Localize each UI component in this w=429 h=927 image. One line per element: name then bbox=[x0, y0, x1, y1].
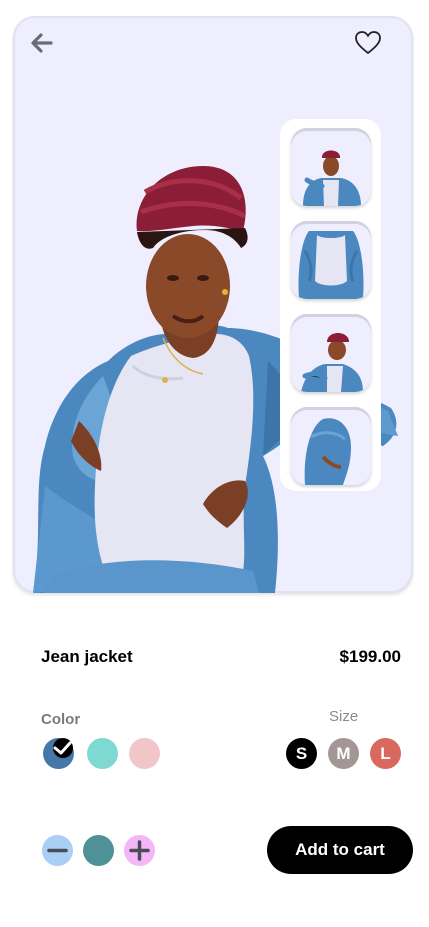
quantity-minus-button[interactable] bbox=[42, 835, 73, 866]
thumbnail-side-pose[interactable] bbox=[291, 314, 371, 392]
heart-icon[interactable] bbox=[353, 28, 383, 58]
thumbnail-back-view[interactable] bbox=[291, 407, 371, 485]
size-option-s[interactable]: S bbox=[286, 738, 317, 769]
size-option-l[interactable]: L bbox=[370, 738, 401, 769]
back-arrow-icon[interactable] bbox=[27, 28, 57, 58]
size-option-m[interactable]: M bbox=[328, 738, 359, 769]
size-label: Size bbox=[329, 708, 359, 725]
product-name: Jean jacket bbox=[41, 647, 133, 666]
checkmark-icon bbox=[53, 738, 73, 758]
quantity-plus-button[interactable] bbox=[124, 835, 155, 866]
color-label: Color bbox=[41, 711, 81, 728]
thumbnail-jacket-open[interactable] bbox=[291, 221, 371, 299]
color-swatch-denim-blue[interactable] bbox=[43, 738, 74, 769]
plus-icon bbox=[129, 840, 150, 861]
quantity-indicator bbox=[83, 835, 114, 866]
product-price: $199.00 bbox=[339, 647, 401, 666]
color-swatch-pink[interactable] bbox=[129, 738, 160, 769]
product-image-card bbox=[13, 16, 413, 593]
thumbnail-front-view[interactable] bbox=[291, 128, 371, 206]
color-swatch-teal[interactable] bbox=[87, 738, 118, 769]
thumbnail-rail bbox=[280, 119, 381, 491]
add-to-cart-button[interactable]: Add to cart bbox=[267, 826, 413, 874]
minus-icon bbox=[47, 848, 68, 853]
